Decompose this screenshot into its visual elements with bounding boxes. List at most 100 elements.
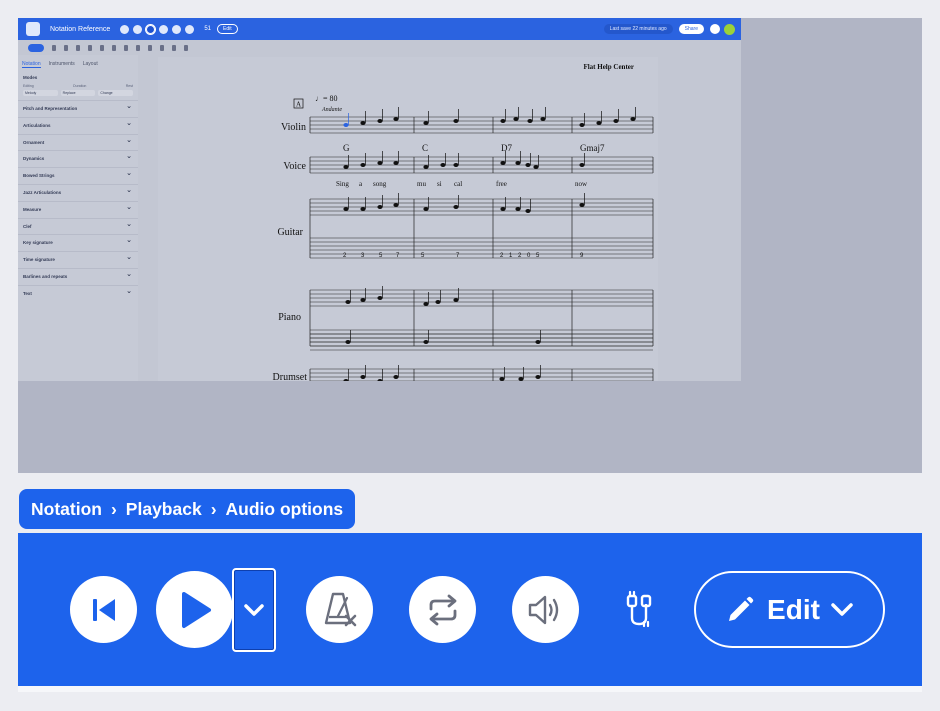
mini-dropdown-icon[interactable] (145, 23, 157, 35)
midi-button[interactable] (622, 589, 660, 631)
toolbar-tool[interactable] (64, 44, 68, 51)
toolbar-tool[interactable] (76, 44, 80, 51)
tab-layout[interactable]: Layout (83, 61, 98, 68)
note-head[interactable] (535, 340, 541, 344)
tab-instruments[interactable]: Instruments (49, 61, 75, 68)
note-head[interactable] (499, 377, 505, 381)
mini-edit-button[interactable]: Edit (217, 24, 238, 34)
note-head[interactable] (613, 119, 619, 123)
note-head[interactable] (440, 163, 446, 167)
sidebar-item-clef[interactable]: Clef (18, 217, 138, 235)
breadcrumb-item[interactable]: Playback (126, 499, 202, 520)
tab-notation[interactable]: Notation (22, 61, 41, 68)
note-head[interactable] (423, 302, 429, 306)
mini-metronome-icon[interactable] (159, 24, 169, 34)
note-head[interactable] (343, 165, 349, 169)
mini-rewind-icon[interactable] (120, 24, 130, 34)
sidebar-item-articulations[interactable]: Articulations (18, 116, 138, 134)
sidebar-item-jazz-articulations[interactable]: Jazz Articulations (18, 183, 138, 201)
note-head[interactable] (360, 121, 366, 125)
duration-select[interactable]: Replace (60, 90, 96, 96)
sidebar-item-text[interactable]: Text (18, 284, 138, 302)
toolbar-tool[interactable] (88, 44, 92, 51)
mini-loop-icon[interactable] (172, 24, 182, 34)
note-head[interactable] (393, 161, 399, 165)
sidebar-item-key-signature[interactable]: Key signature (18, 233, 138, 251)
sidebar-item-measure[interactable]: Measure (18, 200, 138, 218)
note-head[interactable] (525, 209, 531, 213)
note-head[interactable] (579, 163, 585, 167)
playback-options-dropdown[interactable] (232, 568, 276, 652)
note-head[interactable] (535, 375, 541, 379)
score-area[interactable]: Flat Help Center A ♩= 80 Andante Violin … (138, 55, 741, 381)
note-head[interactable] (500, 161, 506, 165)
toolbar-tool[interactable] (52, 44, 56, 51)
note-head[interactable] (525, 163, 531, 167)
rewind-button[interactable] (70, 576, 137, 643)
note-head[interactable] (377, 205, 383, 209)
note-head[interactable] (393, 117, 399, 121)
note-head[interactable] (377, 161, 383, 165)
toolbar-tool[interactable] (100, 44, 104, 51)
note-head[interactable] (453, 298, 459, 302)
mini-volume-icon[interactable] (185, 24, 195, 34)
share-button[interactable]: Share (678, 24, 704, 34)
note-head[interactable] (360, 375, 366, 379)
note-head[interactable] (630, 117, 636, 121)
note-head[interactable] (360, 207, 366, 211)
avatar[interactable] (724, 23, 735, 35)
note-head[interactable] (345, 340, 351, 344)
sidebar-item-pitch[interactable]: Pitch and Representation (18, 99, 138, 117)
note-head[interactable] (343, 123, 349, 127)
sidebar-item-barlines[interactable]: Barlines and repeats (18, 267, 138, 285)
toolbar-tool[interactable] (112, 44, 116, 51)
note-head[interactable] (423, 207, 429, 211)
note-head[interactable] (423, 165, 429, 169)
help-icon[interactable] (710, 24, 720, 34)
note-head[interactable] (527, 119, 533, 123)
edit-mode-button[interactable]: Edit (694, 571, 885, 648)
note-head[interactable] (435, 300, 441, 304)
toolbar-tool[interactable] (136, 44, 140, 51)
note-head[interactable] (423, 121, 429, 125)
note-head[interactable] (540, 117, 546, 121)
note-head[interactable] (500, 207, 506, 211)
toolbar-tool[interactable] (172, 44, 176, 51)
note-head[interactable] (343, 207, 349, 211)
metronome-button[interactable] (306, 576, 373, 643)
play-button[interactable] (156, 571, 233, 648)
note-head[interactable] (518, 377, 524, 381)
sidebar-item-dynamics[interactable]: Dynamics (18, 149, 138, 167)
sidebar-item-time-signature[interactable]: Time signature (18, 250, 138, 268)
note-head[interactable] (377, 296, 383, 300)
note-head[interactable] (596, 121, 602, 125)
breadcrumb-item[interactable]: Notation (31, 499, 102, 520)
note-head[interactable] (579, 123, 585, 127)
editing-select[interactable]: Melody (23, 90, 58, 96)
sidebar-item-bowed-strings[interactable]: Bowed Strings (18, 166, 138, 184)
toolbar-tool[interactable] (124, 44, 128, 51)
note-head[interactable] (393, 203, 399, 207)
note-head[interactable] (453, 119, 459, 123)
sidebar-item-ornament[interactable]: Ornament (18, 133, 138, 151)
toolbar-toggle-icon[interactable] (28, 43, 44, 52)
note-head[interactable] (513, 117, 519, 121)
toolbar-tool[interactable] (148, 44, 152, 51)
note-head[interactable] (533, 165, 539, 169)
volume-button[interactable] (512, 576, 579, 643)
note-head[interactable] (345, 300, 351, 304)
note-head[interactable] (515, 161, 521, 165)
note-head[interactable] (515, 207, 521, 211)
toolbar-tool[interactable] (184, 44, 188, 51)
note-head[interactable] (453, 163, 459, 167)
note-head[interactable] (453, 205, 459, 209)
note-head[interactable] (579, 203, 585, 207)
loop-button[interactable] (409, 576, 476, 643)
note-head[interactable] (360, 163, 366, 167)
note-head[interactable] (393, 375, 399, 379)
note-head[interactable] (360, 298, 366, 302)
note-head[interactable] (377, 119, 383, 123)
rest-select[interactable]: Change (98, 90, 134, 96)
mini-play-icon[interactable] (133, 24, 143, 34)
note-head[interactable] (500, 119, 506, 123)
